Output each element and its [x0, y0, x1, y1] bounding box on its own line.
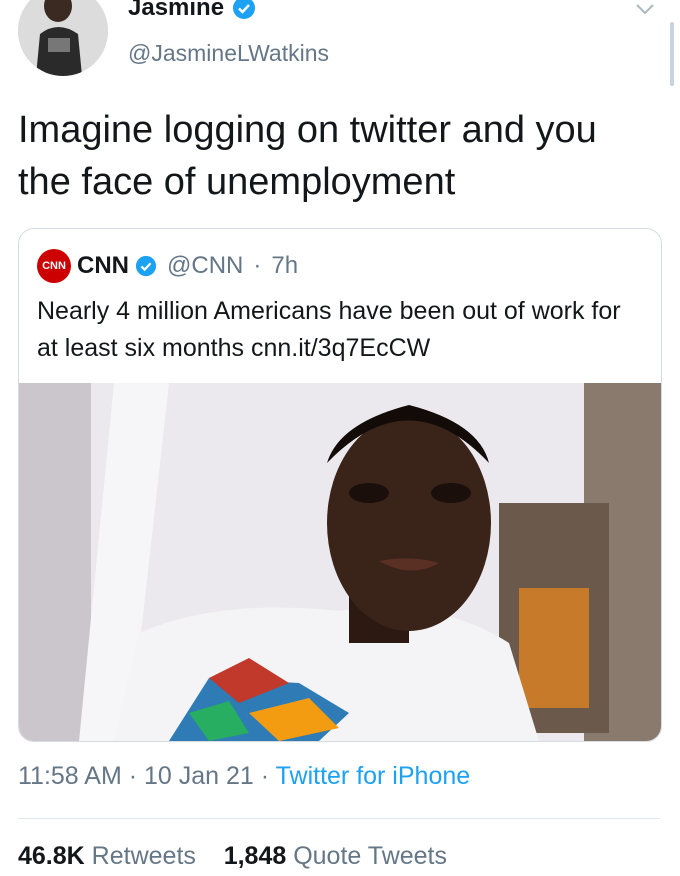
quoted-author-handle[interactable]: @CNN: [167, 252, 243, 280]
quote-tweets-stat[interactable]: 1,848 Quote Tweets: [224, 842, 447, 870]
quoted-author-name[interactable]: CNN: [77, 252, 129, 280]
author-avatar[interactable]: [18, 0, 108, 76]
verified-badge-icon: [135, 255, 157, 277]
author-name[interactable]: Jasmine: [128, 0, 224, 22]
quoted-tweet-text: Nearly 4 million Americans have been out…: [37, 297, 621, 362]
separator-dot: ·: [253, 252, 262, 279]
retweets-label: Retweets: [91, 842, 196, 870]
cnn-logo: CNN: [37, 249, 71, 283]
quote-tweets-label: Quote Tweets: [293, 842, 447, 870]
divider: [18, 818, 660, 819]
scroll-indicator: [670, 22, 674, 86]
quoted-tweet-photo[interactable]: [19, 383, 661, 741]
tweet-text: Imagine logging on twitter and you the f…: [18, 109, 597, 203]
tweet-stats: 46.8K Retweets 1,848 Quote Tweets: [18, 842, 447, 871]
quoted-tweet-header: CNN CNN @CNN · 7h: [37, 249, 298, 283]
verified-badge-icon: [233, 0, 256, 19]
chevron-down-icon[interactable]: [634, 0, 656, 18]
tweet-meta: 11:58 AM · 10 Jan 21 · Twitter for iPhon…: [18, 762, 470, 791]
tweet-source-link[interactable]: Twitter for iPhone: [276, 762, 471, 790]
quoted-tweet-age: 7h: [271, 252, 299, 279]
quoted-tweet-card[interactable]: CNN CNN @CNN · 7h Nearly 4 million Ameri…: [18, 228, 662, 742]
retweets-count: 46.8K: [18, 842, 85, 870]
separator-dot: ·: [260, 762, 270, 790]
retweets-stat[interactable]: 46.8K Retweets: [18, 842, 196, 870]
author-handle[interactable]: @JasmineLWatkins: [128, 40, 329, 67]
quote-tweets-count: 1,848: [223, 842, 287, 870]
separator-dot: ·: [128, 762, 138, 790]
tweet-date[interactable]: 10 Jan 21: [144, 762, 254, 790]
tweet-time[interactable]: 11:58 AM: [18, 762, 122, 790]
author-name-row[interactable]: Jasmine: [128, 0, 256, 22]
